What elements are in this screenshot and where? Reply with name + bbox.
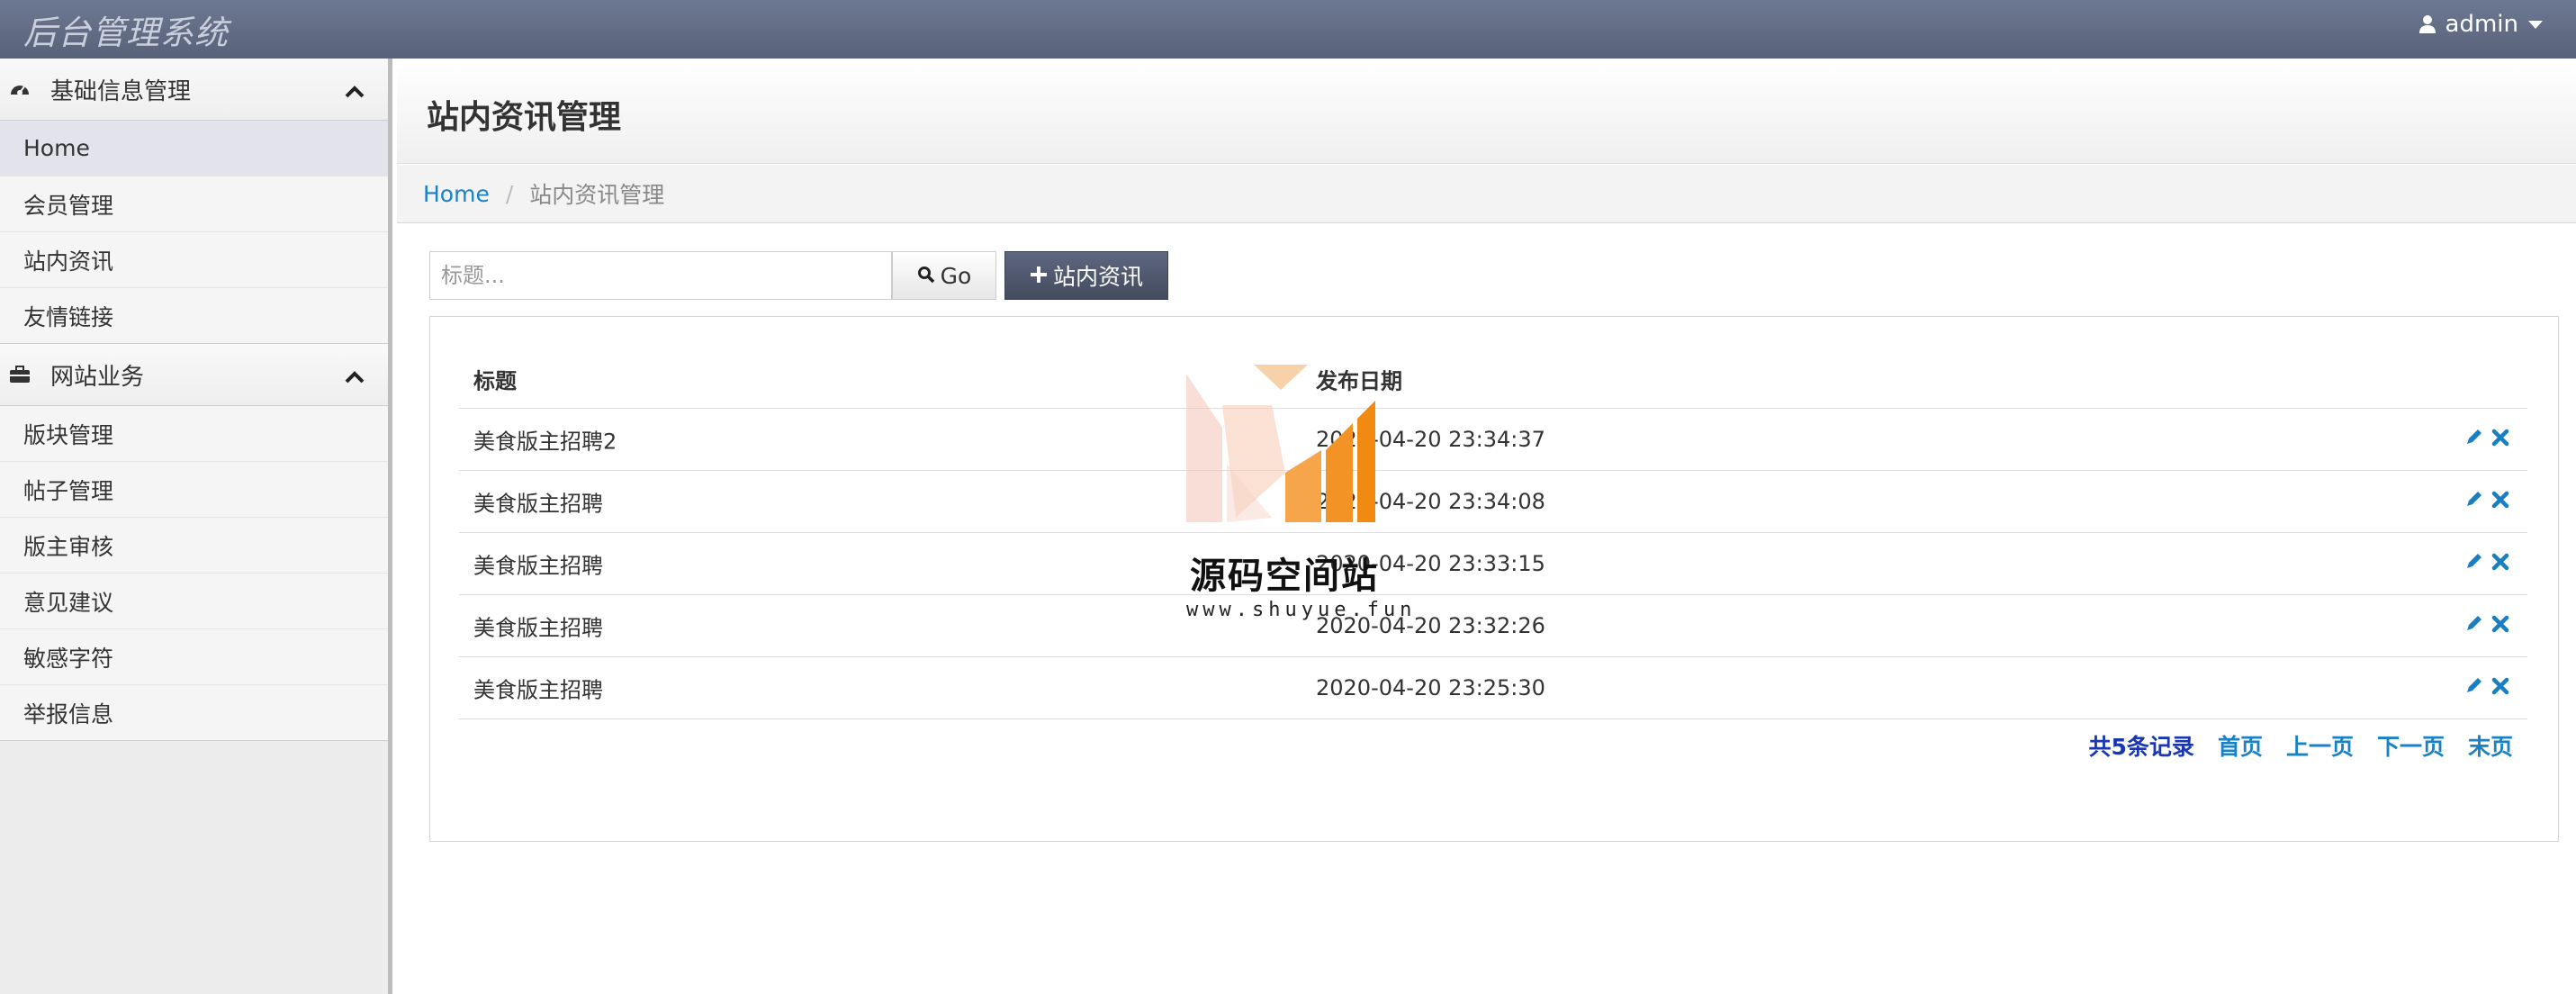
delete-icon[interactable] [2491,427,2509,452]
edit-icon[interactable] [2464,551,2484,576]
pagination-first[interactable]: 首页 [2218,729,2263,762]
briefcase-icon [9,363,32,386]
watermark-text: 源码空间站 [1190,556,1379,597]
table-row: 美食版主招聘 2020-04-20 23:33:15 [459,533,2527,595]
table-header-row: 标题 发布日期 [459,349,2527,409]
pagination-last[interactable]: 末页 [2468,729,2513,762]
row-date: 2020-04-20 23:25:30 [1316,675,1545,700]
watermark-url: www.shuyue.fun [1186,599,1417,621]
edit-icon[interactable] [2464,489,2484,514]
search-go-button[interactable]: Go [892,251,996,300]
username: admin [2445,11,2518,38]
news-table-panel: 标题 发布日期 美食版主招聘2 2020-04-20 23:34:37 美食版主招聘… [429,316,2559,842]
pagination-total: 共5条记录 [2088,734,2194,760]
sidebar-item-members[interactable]: 会员管理 [0,176,388,232]
delete-icon[interactable] [2491,489,2509,514]
sidebar-item-feedback[interactable]: 意见建议 [0,574,388,629]
sidebar-group-site-business[interactable]: 网站业务 [0,344,388,406]
row-actions [2464,613,2509,638]
plus-icon [1030,263,1048,289]
sidebar-item-sensitive-words[interactable]: 敏感字符 [0,629,388,685]
table-row: 美食版主招聘 2020-04-20 23:32:26 [459,595,2527,657]
row-title: 美食版主招聘 [473,491,603,517]
news-table: 标题 发布日期 美食版主招聘2 2020-04-20 23:34:37 美食版主招聘… [459,349,2527,719]
main-content: 站内资讯管理 Home / 站内资讯管理 Go 站内资讯 标题 发布日期 美食版… [397,59,2576,994]
edit-icon[interactable] [2464,427,2484,452]
edit-icon[interactable] [2464,613,2484,638]
row-actions [2464,551,2509,576]
breadcrumb: Home / 站内资讯管理 [397,165,2576,223]
breadcrumb-home-link[interactable]: Home [423,181,490,207]
search-icon [917,263,935,289]
breadcrumb-current: 站内资讯管理 [529,182,665,208]
caret-down-icon [2527,19,2544,30]
delete-icon[interactable] [2491,613,2509,638]
column-header-title: 标题 [473,368,517,393]
sidebar-item-reports[interactable]: 举报信息 [0,685,388,741]
delete-icon[interactable] [2491,675,2509,700]
add-news-label: 站内资讯 [1052,264,1143,290]
row-actions [2464,427,2509,452]
search-go-label: Go [940,262,972,289]
sidebar-item-posts[interactable]: 帖子管理 [0,462,388,518]
table-row: 美食版主招聘 2020-04-20 23:34:08 [459,471,2527,533]
sidebar-group-label: 网站业务 [50,363,145,391]
row-title: 美食版主招聘 [473,615,603,641]
row-title: 美食版主招聘 [473,553,603,579]
user-icon [2418,14,2436,34]
pagination-next[interactable]: 下一页 [2377,729,2445,762]
sidebar-item-links[interactable]: 友情链接 [0,288,388,344]
chevron-up-icon[interactable] [345,364,365,391]
row-title: 美食版主招聘 [473,677,603,703]
search-input[interactable] [429,251,892,300]
sidebar-group-basic-info[interactable]: 基础信息管理 [0,59,388,121]
sidebar-item-boards[interactable]: 版块管理 [0,406,388,462]
sidebar-item-news[interactable]: 站内资讯 [0,232,388,288]
row-actions [2464,489,2509,514]
breadcrumb-separator: / [505,180,514,207]
row-title: 美食版主招聘2 [473,429,617,455]
dashboard-icon [9,77,32,101]
edit-icon[interactable] [2464,675,2484,700]
sidebar-group-label: 基础信息管理 [50,77,192,105]
app-title: 后台管理系统 [23,14,229,52]
row-actions [2464,675,2509,700]
table-row: 美食版主招聘2 2020-04-20 23:34:37 [459,409,2527,471]
pagination-prev[interactable]: 上一页 [2286,729,2354,762]
sidebar: 基础信息管理 Home 会员管理 站内资讯 友情链接 网站业务 版块管理 帖子管… [0,59,392,994]
table-row: 美食版主招聘 2020-04-20 23:25:30 [459,657,2527,719]
page-title: 站内资讯管理 [427,99,622,136]
sidebar-item-home[interactable]: Home [0,121,388,176]
user-menu[interactable]: admin [2418,11,2544,38]
chevron-up-icon[interactable] [345,78,365,105]
page-header: 站内资讯管理 [397,59,2576,164]
top-navbar: 后台管理系统 admin [0,0,2576,59]
delete-icon[interactable] [2491,551,2509,576]
pagination: 共5条记录 首页 上一页 下一页 末页 [2089,729,2513,762]
add-news-button[interactable]: 站内资讯 [1004,251,1168,300]
sidebar-item-moderator-review[interactable]: 版主审核 [0,518,388,574]
